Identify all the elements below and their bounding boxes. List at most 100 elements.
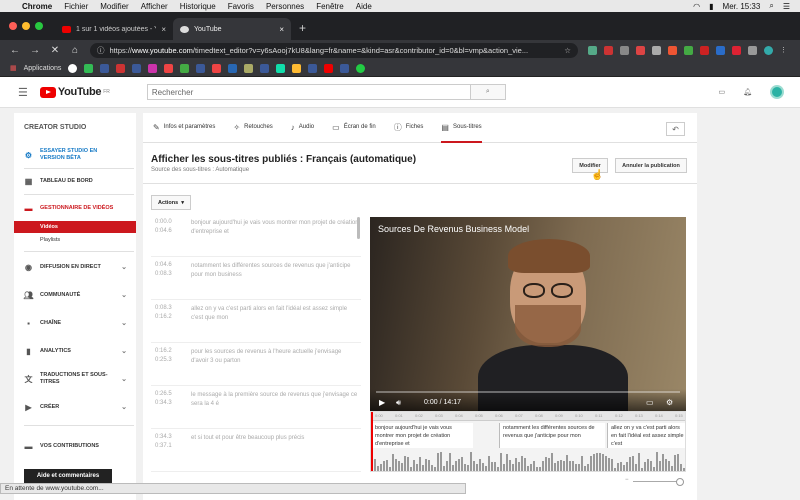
back-arrow-icon[interactable]: ← xyxy=(10,45,20,56)
sidebar-item-create[interactable]: ▶ CRÉER ⌄ xyxy=(14,401,136,413)
facebook-icon[interactable] xyxy=(196,63,206,73)
bookmark-icon[interactable] xyxy=(116,63,126,73)
play-icon[interactable]: ▶ xyxy=(379,398,385,407)
youtube-icon[interactable] xyxy=(324,63,334,73)
tab-end-screen[interactable]: ▭ Écran de fin xyxy=(332,112,376,142)
zoom-out-icon[interactable]: − xyxy=(625,477,629,483)
extension-icon[interactable] xyxy=(748,45,757,55)
maximize-window-icon[interactable] xyxy=(35,22,43,30)
menu-list-icon[interactable]: ☰ xyxy=(783,2,790,11)
tab-cards[interactable]: ⓘ Fiches xyxy=(394,112,424,142)
sidebar-item-beta[interactable]: ⚙ ESSAYER STUDIO EN VERSION BÊTA xyxy=(14,146,136,164)
actions-dropdown[interactable]: Actions ▾ xyxy=(151,195,191,210)
youtube-logo[interactable]: YouTube FR xyxy=(39,86,110,98)
word-icon[interactable] xyxy=(716,45,725,55)
search-input[interactable]: Rechercher xyxy=(146,84,471,100)
profile-icon[interactable] xyxy=(764,45,773,55)
settings-gear-icon[interactable]: ⚙ xyxy=(666,398,673,407)
new-tab-icon[interactable]: + xyxy=(299,21,306,35)
volume-icon[interactable]: 🔊︎ xyxy=(396,398,401,408)
sidebar-item-contributions[interactable]: ▬ VOS CONTRIBUTIONS xyxy=(14,440,136,452)
sidebar-item-community[interactable]: 👥︎ COMMUNAUTÉ ⌄ xyxy=(14,289,136,301)
caption-cue[interactable]: 0:16.2 0:25.3 pour les sources de revenu… xyxy=(151,346,361,386)
sidebar-item-translations[interactable]: 文 TRADUCTIONS ET SOUS-TITRES ⌄ xyxy=(14,370,136,388)
bookmark-star-icon[interactable]: ☆ xyxy=(564,46,571,55)
caption-cue[interactable]: 0:04.6 0:08.3 notamment les différentes … xyxy=(151,260,361,300)
tab-audio[interactable]: ♪ Audio xyxy=(291,112,314,142)
bookmark-applications[interactable]: Applications xyxy=(24,65,62,72)
back-button[interactable]: ↶ xyxy=(666,122,685,136)
instagram-icon[interactable] xyxy=(148,63,158,73)
tab-enhancements[interactable]: ✧ Retouches xyxy=(233,112,272,142)
browser-tab-active[interactable]: YouTube × xyxy=(173,18,291,40)
tab-info-settings[interactable]: ✎ Infos et paramètres xyxy=(153,112,215,142)
sidebar-item-channel[interactable]: ▪ CHAÎNE ⌄ xyxy=(14,317,136,329)
menu-aide[interactable]: Aide xyxy=(356,2,372,11)
caption-cue[interactable]: 0:00.0 0:04.6 bonjour aujourd'hui je vai… xyxy=(151,217,361,257)
caption-cue[interactable]: 0:26.5 0:34.3 le message à la première s… xyxy=(151,389,361,429)
more-menu-icon[interactable]: ⋮ xyxy=(780,46,787,55)
secure-info-icon[interactable]: ⓘ xyxy=(97,45,105,56)
video-title[interactable]: Sources De Revenus Business Model xyxy=(378,224,529,234)
sidebar-item-dashboard[interactable]: ▦ TABLEAU DE BORD xyxy=(14,175,136,187)
bookmark-icon[interactable] xyxy=(276,63,286,73)
timeline-zoom-knob[interactable] xyxy=(676,478,684,486)
bookmark-icon[interactable] xyxy=(84,63,94,73)
bookmark-icon[interactable] xyxy=(180,63,190,73)
facebook-icon[interactable] xyxy=(340,63,350,73)
stop-loading-icon[interactable]: ✕ xyxy=(50,45,60,56)
unpublish-button[interactable]: Annuler la publication xyxy=(615,158,687,173)
menu-afficher[interactable]: Afficher xyxy=(141,2,168,11)
search-icon[interactable]: ⌕ xyxy=(769,1,773,11)
subtitles-cc-icon[interactable]: ▭ xyxy=(646,398,654,407)
menu-app-name[interactable]: Chrome xyxy=(22,2,52,11)
home-icon[interactable]: ⌂ xyxy=(70,45,80,56)
close-window-icon[interactable] xyxy=(9,22,17,30)
menu-personnes[interactable]: Personnes xyxy=(266,2,304,11)
timeline-caption[interactable]: notamment les différentes sources de rev… xyxy=(499,423,605,448)
search-button[interactable]: ⌕ xyxy=(470,84,506,100)
avatar[interactable] xyxy=(770,85,784,99)
bookmark-icon[interactable] xyxy=(244,63,254,73)
hamburger-menu-icon[interactable]: ☰ xyxy=(18,86,28,99)
apps-grid-icon[interactable]: ▦ xyxy=(10,64,17,72)
clock[interactable]: Mer. 15:33 xyxy=(723,2,761,11)
facebook-icon[interactable] xyxy=(260,63,270,73)
extension-icon[interactable] xyxy=(588,45,597,55)
menu-fichier[interactable]: Fichier xyxy=(64,2,88,11)
extension-icon[interactable] xyxy=(668,45,677,55)
caption-list-scrollbar[interactable] xyxy=(357,217,360,239)
sidebar-subitem-videos[interactable]: Vidéos xyxy=(14,221,136,233)
notifications-bell-icon[interactable]: 🔔︎ xyxy=(743,88,752,96)
menu-fenetre[interactable]: Fenêtre xyxy=(316,2,344,11)
facebook-icon[interactable] xyxy=(308,63,318,73)
sidebar-item-analytics[interactable]: ▮ ANALYTICS ⌄ xyxy=(14,345,136,357)
close-tab-icon[interactable]: × xyxy=(279,25,284,34)
bookmark-icon[interactable] xyxy=(164,63,174,73)
bookmark-icon[interactable] xyxy=(212,63,222,73)
close-tab-icon[interactable]: × xyxy=(161,25,166,34)
menu-modifier[interactable]: Modifier xyxy=(100,2,128,11)
forward-arrow-icon[interactable]: → xyxy=(30,45,40,56)
flag-icon[interactable]: ▮ xyxy=(709,2,713,11)
caption-cue[interactable]: 0:08.3 0:16.2 allez on y va c'est parti … xyxy=(151,303,361,343)
facebook-icon[interactable] xyxy=(100,63,110,73)
google-icon[interactable] xyxy=(68,63,78,73)
sidebar-subitem-playlists[interactable]: Playlists xyxy=(14,234,136,246)
timeline-playhead[interactable] xyxy=(371,412,373,471)
video-progress-bar[interactable] xyxy=(376,391,680,393)
linkedin-icon[interactable] xyxy=(228,63,238,73)
caption-cue[interactable]: 0:34.3 0:37.1 et si tout et pour être be… xyxy=(151,432,361,472)
extension-icon[interactable] xyxy=(732,45,741,55)
browser-tab[interactable]: 1 sur 1 vidéos ajoutées - YouTu × xyxy=(55,18,173,40)
minimize-window-icon[interactable] xyxy=(22,22,30,30)
sidebar-item-video-manager[interactable]: ▬ GESTIONNAIRE DE VIDÉOS xyxy=(14,202,136,214)
whatsapp-icon[interactable] xyxy=(356,63,366,73)
wifi-icon[interactable]: ◠ xyxy=(693,2,700,11)
pinterest-icon[interactable] xyxy=(636,45,645,55)
bookmark-icon[interactable] xyxy=(292,63,302,73)
menu-favoris[interactable]: Favoris xyxy=(228,2,254,11)
extension-icon[interactable] xyxy=(684,45,693,55)
extension-icon[interactable] xyxy=(620,45,629,55)
extension-icon[interactable] xyxy=(604,45,613,55)
